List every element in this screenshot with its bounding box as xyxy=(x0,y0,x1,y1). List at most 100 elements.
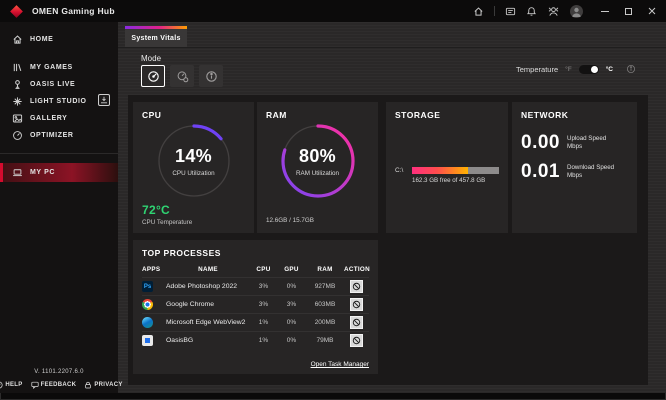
home-icon[interactable] xyxy=(473,6,484,17)
user-avatar[interactable] xyxy=(570,5,583,18)
end-process-button[interactable] xyxy=(350,298,363,311)
main-area: System Vitals Mode Temperature °F °C xyxy=(118,22,666,393)
storage-card: STORAGE C:\ 162.3 GB free of 457.8 GB xyxy=(386,102,508,233)
cpu-utilization-label: CPU Utilization xyxy=(172,170,214,177)
photoshop-icon: Ps xyxy=(142,281,153,292)
titlebar-divider xyxy=(494,6,495,16)
sidebar-item-label: HOME xyxy=(30,36,53,43)
fahrenheit-label: °F xyxy=(565,66,572,73)
cpu-card: CPU 14% CPU Utilization 72°C CPU Tempera… xyxy=(133,102,254,233)
block-icon xyxy=(352,300,361,309)
sidebar-divider xyxy=(0,153,118,154)
cpu-temperature-label: CPU Temperature xyxy=(142,219,192,226)
feedback-label: FEEDBACK xyxy=(41,382,77,388)
mode-label: Mode xyxy=(141,54,161,63)
storage-detail-text: 162.3 GB free of 457.8 GB xyxy=(412,177,499,184)
speedometer-icon xyxy=(147,70,160,83)
upload-speed-label: Upload Speed xyxy=(567,135,606,143)
oasisbg-icon xyxy=(142,335,153,346)
block-icon xyxy=(352,336,361,345)
sidebar-item-gallery[interactable]: GALLERY xyxy=(0,110,118,126)
privacy-lock-icon xyxy=(84,381,92,389)
ram-card: RAM 80% RAM Utiliz xyxy=(257,102,378,233)
storage-used-fill xyxy=(412,167,468,174)
sidebar-item-my-games[interactable]: MY GAMES xyxy=(0,59,118,75)
storage-usage-bar xyxy=(412,167,499,174)
notifications-bell-icon[interactable] xyxy=(526,6,537,17)
mode-info-button[interactable] xyxy=(199,65,223,87)
omen-logo-icon xyxy=(10,5,23,18)
light-studio-icon xyxy=(11,96,23,107)
my-games-icon xyxy=(11,62,23,73)
sidebar-item-label: MY GAMES xyxy=(30,64,73,71)
open-task-manager-link[interactable]: Open Task Manager xyxy=(311,361,369,368)
sidebar-item-home[interactable]: HOME xyxy=(0,31,118,47)
upload-speed-value: 0.00 xyxy=(521,132,560,154)
minimize-button-icon[interactable] xyxy=(601,11,609,12)
top-processes-title: TOP PROCESSES xyxy=(142,248,369,258)
titlebar: OMEN Gaming Hub xyxy=(0,0,666,22)
help-link[interactable]: HELP xyxy=(0,381,23,389)
end-process-button[interactable] xyxy=(350,316,363,329)
maximize-button-icon[interactable] xyxy=(625,8,632,15)
help-icon xyxy=(0,381,3,389)
ram-utilization-value: 80% xyxy=(299,146,336,167)
ram-gauge: 80% RAM Utilization xyxy=(280,123,356,199)
help-label: HELP xyxy=(5,382,22,388)
sidebar-item-optimizer[interactable]: OPTIMIZER xyxy=(0,127,118,143)
omen-gaming-hub-window: { "titlebar": { "app_title": "OMEN Gamin… xyxy=(0,0,666,400)
tab-system-vitals[interactable]: System Vitals xyxy=(125,26,187,47)
cpu-temperature-value: 72°C xyxy=(142,203,192,217)
process-row: Ps Adobe Photoshop 2022 3% 0% 927MB xyxy=(142,277,369,295)
tab-label: System Vitals xyxy=(125,29,187,47)
mode-performance-button[interactable] xyxy=(141,65,165,87)
feedback-link[interactable]: FEEDBACK xyxy=(31,381,77,389)
vitals-toolbar: Mode Temperature °F °C xyxy=(118,48,666,95)
download-speed-value: 0.01 xyxy=(521,161,560,183)
sidebar-item-my-pc[interactable]: MY PC xyxy=(0,163,118,182)
sidebar-item-label: OPTIMIZER xyxy=(30,132,74,139)
close-button-icon[interactable] xyxy=(648,7,656,15)
optimizer-icon xyxy=(11,130,23,141)
end-process-button[interactable] xyxy=(350,334,363,347)
toggle-knob xyxy=(591,66,598,73)
sidebar-item-light-studio[interactable]: LIGHT STUDIO xyxy=(0,93,118,109)
community-icon[interactable] xyxy=(547,6,560,17)
celsius-label: °C xyxy=(606,66,613,73)
col-header-name: NAME xyxy=(166,266,250,273)
temperature-unit-toggle[interactable] xyxy=(579,65,599,74)
temperature-label: Temperature xyxy=(516,65,558,74)
privacy-link[interactable]: PRIVACY xyxy=(84,381,122,389)
gauge-settings-icon xyxy=(176,70,189,83)
home-icon xyxy=(11,34,23,45)
process-row: OasisBG 1% 0% 79MB xyxy=(142,331,369,349)
sidebar-item-label: GALLERY xyxy=(30,115,67,122)
ram-utilization-label: RAM Utilization xyxy=(296,170,339,177)
temperature-info-icon[interactable] xyxy=(626,64,636,74)
processes-header-row: APPS NAME CPU GPU RAM ACTION xyxy=(142,262,369,277)
install-badge-icon[interactable] xyxy=(98,94,110,106)
ram-card-title: RAM xyxy=(266,110,369,120)
oasis-live-icon xyxy=(11,79,23,90)
cpu-gauge: 14% CPU Utilization xyxy=(156,123,232,199)
sidebar-item-oasis-live[interactable]: OASIS LIVE xyxy=(0,76,118,92)
process-row: Microsoft Edge WebView2 1% 0% 200MB xyxy=(142,313,369,331)
end-process-button[interactable] xyxy=(350,280,363,293)
mode-gauge-settings-button[interactable] xyxy=(170,65,194,87)
edge-webview-icon xyxy=(142,317,153,328)
messages-icon[interactable] xyxy=(505,6,516,17)
temperature-unit-control: Temperature °F °C xyxy=(516,64,636,74)
chrome-icon xyxy=(142,299,153,310)
info-icon xyxy=(205,70,218,83)
sidebar-item-label: MY PC xyxy=(30,169,55,176)
feedback-icon xyxy=(31,381,39,389)
block-icon xyxy=(352,282,361,291)
col-header-gpu: GPU xyxy=(277,266,306,273)
cpu-card-title: CPU xyxy=(142,110,245,120)
col-header-apps: APPS xyxy=(142,266,166,273)
drive-label: C:\ xyxy=(395,167,407,174)
sidebar-footer: V. 1101.2207.6.0 HELP FEEDBACK PRIVACY xyxy=(0,369,118,393)
network-card-title: NETWORK xyxy=(521,110,628,120)
gallery-icon xyxy=(11,113,23,124)
col-header-ram: RAM xyxy=(306,266,344,273)
